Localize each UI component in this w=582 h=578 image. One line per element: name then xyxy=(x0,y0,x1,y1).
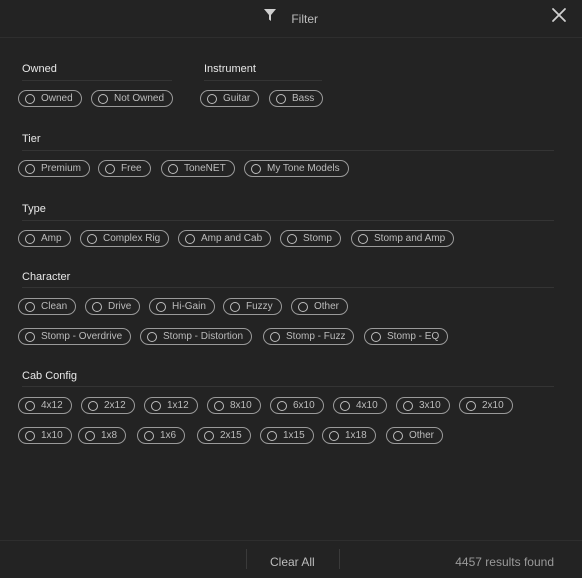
radio-icon xyxy=(403,401,413,411)
filter-chip-cab-other[interactable]: Other xyxy=(386,427,444,444)
section-title-character: Character xyxy=(22,271,71,283)
filter-chip-stomp[interactable]: Stomp xyxy=(280,230,341,247)
filter-chip-1x15[interactable]: 1x15 xyxy=(260,427,314,444)
divider xyxy=(22,150,554,151)
radio-icon xyxy=(25,302,35,312)
filter-chip-stomp-and-amp[interactable]: Stomp and Amp xyxy=(351,230,455,247)
filter-chip-not-owned[interactable]: Not Owned xyxy=(91,90,174,107)
radio-icon xyxy=(25,94,35,104)
filter-chip-amp[interactable]: Amp xyxy=(18,230,71,247)
filter-chip-stomp-eq[interactable]: Stomp - EQ xyxy=(364,328,449,345)
section-title-tier: Tier xyxy=(22,133,41,145)
radio-icon xyxy=(25,164,35,174)
filter-footer: Clear All 4457 results found xyxy=(0,540,582,578)
filter-chip-1x6[interactable]: 1x6 xyxy=(137,427,186,444)
radio-icon xyxy=(207,94,217,104)
section-title-instrument: Instrument xyxy=(204,63,256,75)
results-count: 4457 results found xyxy=(455,555,554,569)
filter-chip-clean[interactable]: Clean xyxy=(18,298,77,315)
filter-chip-2x12[interactable]: 2x12 xyxy=(81,397,135,414)
filter-chip-1x10[interactable]: 1x10 xyxy=(18,427,72,444)
filter-chip-premium[interactable]: Premium xyxy=(18,160,91,177)
radio-icon xyxy=(87,234,97,244)
divider xyxy=(204,80,322,81)
radio-icon xyxy=(185,234,195,244)
radio-icon xyxy=(287,234,297,244)
filter-chip-stomp-distortion[interactable]: Stomp - Distortion xyxy=(140,328,253,345)
filter-chip-1x12[interactable]: 1x12 xyxy=(144,397,198,414)
clear-all-button[interactable]: Clear All xyxy=(270,555,315,569)
divider xyxy=(22,287,554,288)
radio-icon xyxy=(277,401,287,411)
radio-icon xyxy=(168,164,178,174)
filter-chip-4x10[interactable]: 4x10 xyxy=(333,397,387,414)
radio-icon xyxy=(25,332,35,342)
radio-icon xyxy=(393,431,403,441)
radio-icon xyxy=(230,302,240,312)
close-icon[interactable] xyxy=(550,6,568,24)
divider xyxy=(22,220,554,221)
radio-icon xyxy=(276,94,286,104)
radio-icon xyxy=(466,401,476,411)
radio-icon xyxy=(25,234,35,244)
radio-icon xyxy=(204,431,214,441)
filter-chip-tonenet[interactable]: ToneNET xyxy=(161,160,235,177)
filter-icon xyxy=(263,9,276,24)
filter-chip-my-tone-models[interactable]: My Tone Models xyxy=(244,160,349,177)
filter-chip-drive[interactable]: Drive xyxy=(85,298,141,315)
radio-icon xyxy=(298,302,308,312)
radio-icon xyxy=(214,401,224,411)
radio-icon xyxy=(371,332,381,342)
radio-icon xyxy=(156,302,166,312)
filter-chip-bass[interactable]: Bass xyxy=(269,90,324,107)
filter-chip-character-other[interactable]: Other xyxy=(291,298,349,315)
radio-icon xyxy=(88,401,98,411)
filter-chip-2x15[interactable]: 2x15 xyxy=(197,427,251,444)
filter-header: Filter xyxy=(0,0,582,38)
radio-icon xyxy=(25,431,35,441)
filter-chip-free[interactable]: Free xyxy=(98,160,151,177)
filter-chip-complex-rig[interactable]: Complex Rig xyxy=(80,230,170,247)
radio-icon xyxy=(251,164,261,174)
radio-icon xyxy=(92,302,102,312)
filter-chip-fuzzy[interactable]: Fuzzy xyxy=(223,298,282,315)
section-title-cab-config: Cab Config xyxy=(22,370,78,382)
radio-icon xyxy=(144,431,154,441)
radio-icon xyxy=(329,431,339,441)
radio-icon xyxy=(151,401,161,411)
radio-icon xyxy=(340,401,350,411)
filter-chip-hi-gain[interactable]: Hi-Gain xyxy=(149,298,215,315)
divider xyxy=(22,80,172,81)
filter-chip-8x10[interactable]: 8x10 xyxy=(207,397,261,414)
section-title-type: Type xyxy=(22,203,46,215)
filter-chip-stomp-overdrive[interactable]: Stomp - Overdrive xyxy=(18,328,132,345)
filter-chip-2x10[interactable]: 2x10 xyxy=(459,397,513,414)
radio-icon xyxy=(105,164,115,174)
filter-chip-4x12[interactable]: 4x12 xyxy=(18,397,72,414)
radio-icon xyxy=(267,431,277,441)
filter-chip-owned[interactable]: Owned xyxy=(18,90,82,107)
radio-icon xyxy=(25,401,35,411)
filter-chip-1x8[interactable]: 1x8 xyxy=(78,427,127,444)
radio-icon xyxy=(85,431,95,441)
filter-chip-amp-and-cab[interactable]: Amp and Cab xyxy=(178,230,272,247)
page-title: Filter xyxy=(291,11,318,26)
filter-chip-stomp-fuzz[interactable]: Stomp - Fuzz xyxy=(263,328,355,345)
divider xyxy=(22,386,554,387)
filter-chip-6x10[interactable]: 6x10 xyxy=(270,397,324,414)
divider xyxy=(339,549,340,569)
divider xyxy=(246,549,247,569)
filter-chip-3x10[interactable]: 3x10 xyxy=(396,397,450,414)
radio-icon xyxy=(358,234,368,244)
radio-icon xyxy=(270,332,280,342)
section-title-owned: Owned xyxy=(22,63,57,75)
radio-icon xyxy=(98,94,108,104)
filter-chip-guitar[interactable]: Guitar xyxy=(200,90,260,107)
radio-icon xyxy=(147,332,157,342)
filter-chip-1x18[interactable]: 1x18 xyxy=(322,427,376,444)
